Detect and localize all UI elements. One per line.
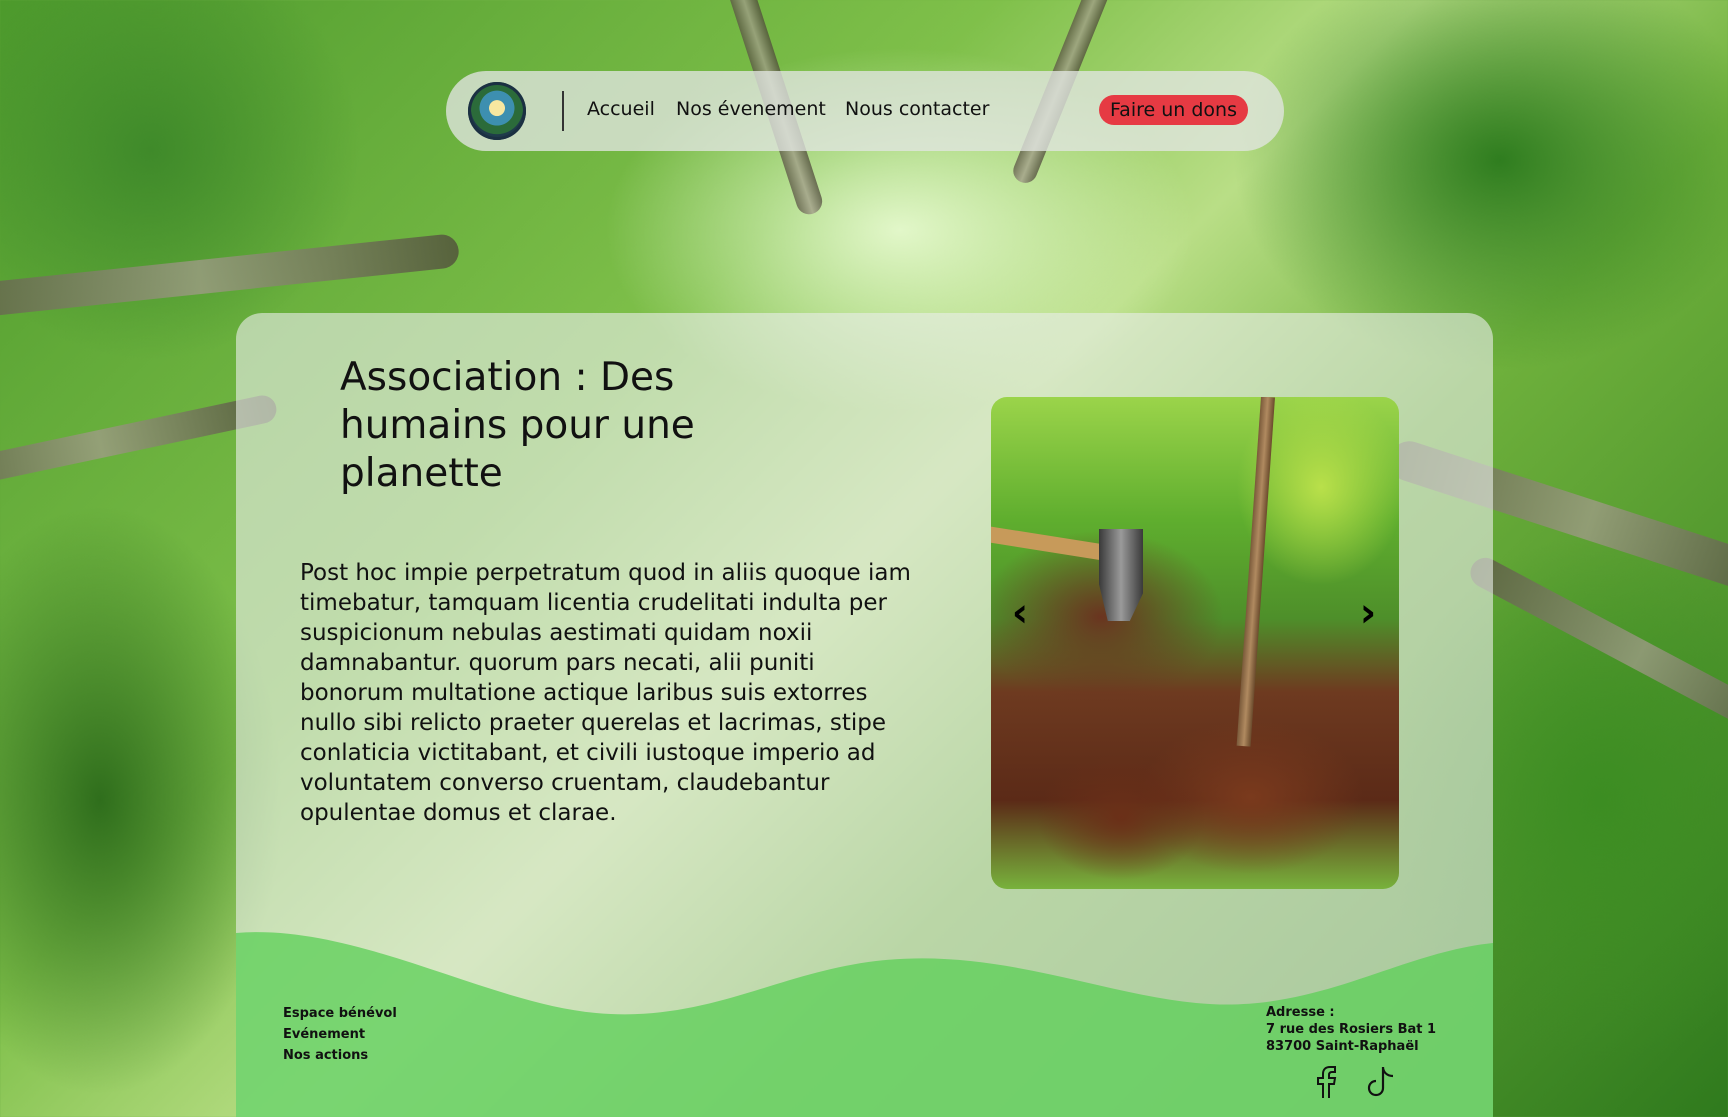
donate-button[interactable]: Faire un dons — [1099, 95, 1248, 125]
footer-links: Espace bénévol Evénement Nos actions — [283, 1003, 397, 1066]
footer-link-evenement[interactable]: Evénement — [283, 1024, 397, 1045]
footer-link-benevol[interactable]: Espace bénévol — [283, 1003, 397, 1024]
background-trunk — [0, 232, 461, 322]
image-carousel[interactable]: ‹ › — [991, 397, 1399, 889]
tiktok-icon[interactable] — [1365, 1064, 1397, 1100]
top-navbar: Accueil Nos évenement Nous contacter Fai… — [446, 71, 1284, 151]
shovel-blade-illustration — [1099, 529, 1143, 621]
shovel-illustration — [991, 525, 1107, 561]
association-logo[interactable] — [468, 82, 526, 140]
chevron-left-icon[interactable]: ‹ — [1005, 593, 1035, 633]
facebook-icon[interactable] — [1310, 1064, 1342, 1100]
background-trunk — [1465, 552, 1728, 758]
nav-link-evenement[interactable]: Nos évenement — [676, 98, 826, 120]
address-line-2: 83700 Saint-Raphaël — [1266, 1039, 1419, 1054]
nav-link-contact[interactable]: Nous contacter — [845, 98, 989, 120]
main-card: Association : Des humains pour une plane… — [236, 313, 1493, 1117]
footer-address: Adresse : 7 rue des Rosiers Bat 1 83700 … — [1266, 1004, 1436, 1055]
chevron-right-icon[interactable]: › — [1353, 593, 1383, 633]
nav-link-accueil[interactable]: Accueil — [587, 98, 655, 120]
intro-paragraph: Post hoc impie perpetratum quod in aliis… — [300, 560, 911, 826]
sapling-illustration — [1236, 397, 1275, 747]
page-title: Association : Des humains pour une plane… — [340, 355, 695, 496]
nav-divider — [562, 91, 564, 131]
address-label: Adresse : — [1266, 1005, 1335, 1020]
address-line-1: 7 rue des Rosiers Bat 1 — [1266, 1022, 1437, 1037]
footer-link-actions[interactable]: Nos actions — [283, 1045, 397, 1066]
